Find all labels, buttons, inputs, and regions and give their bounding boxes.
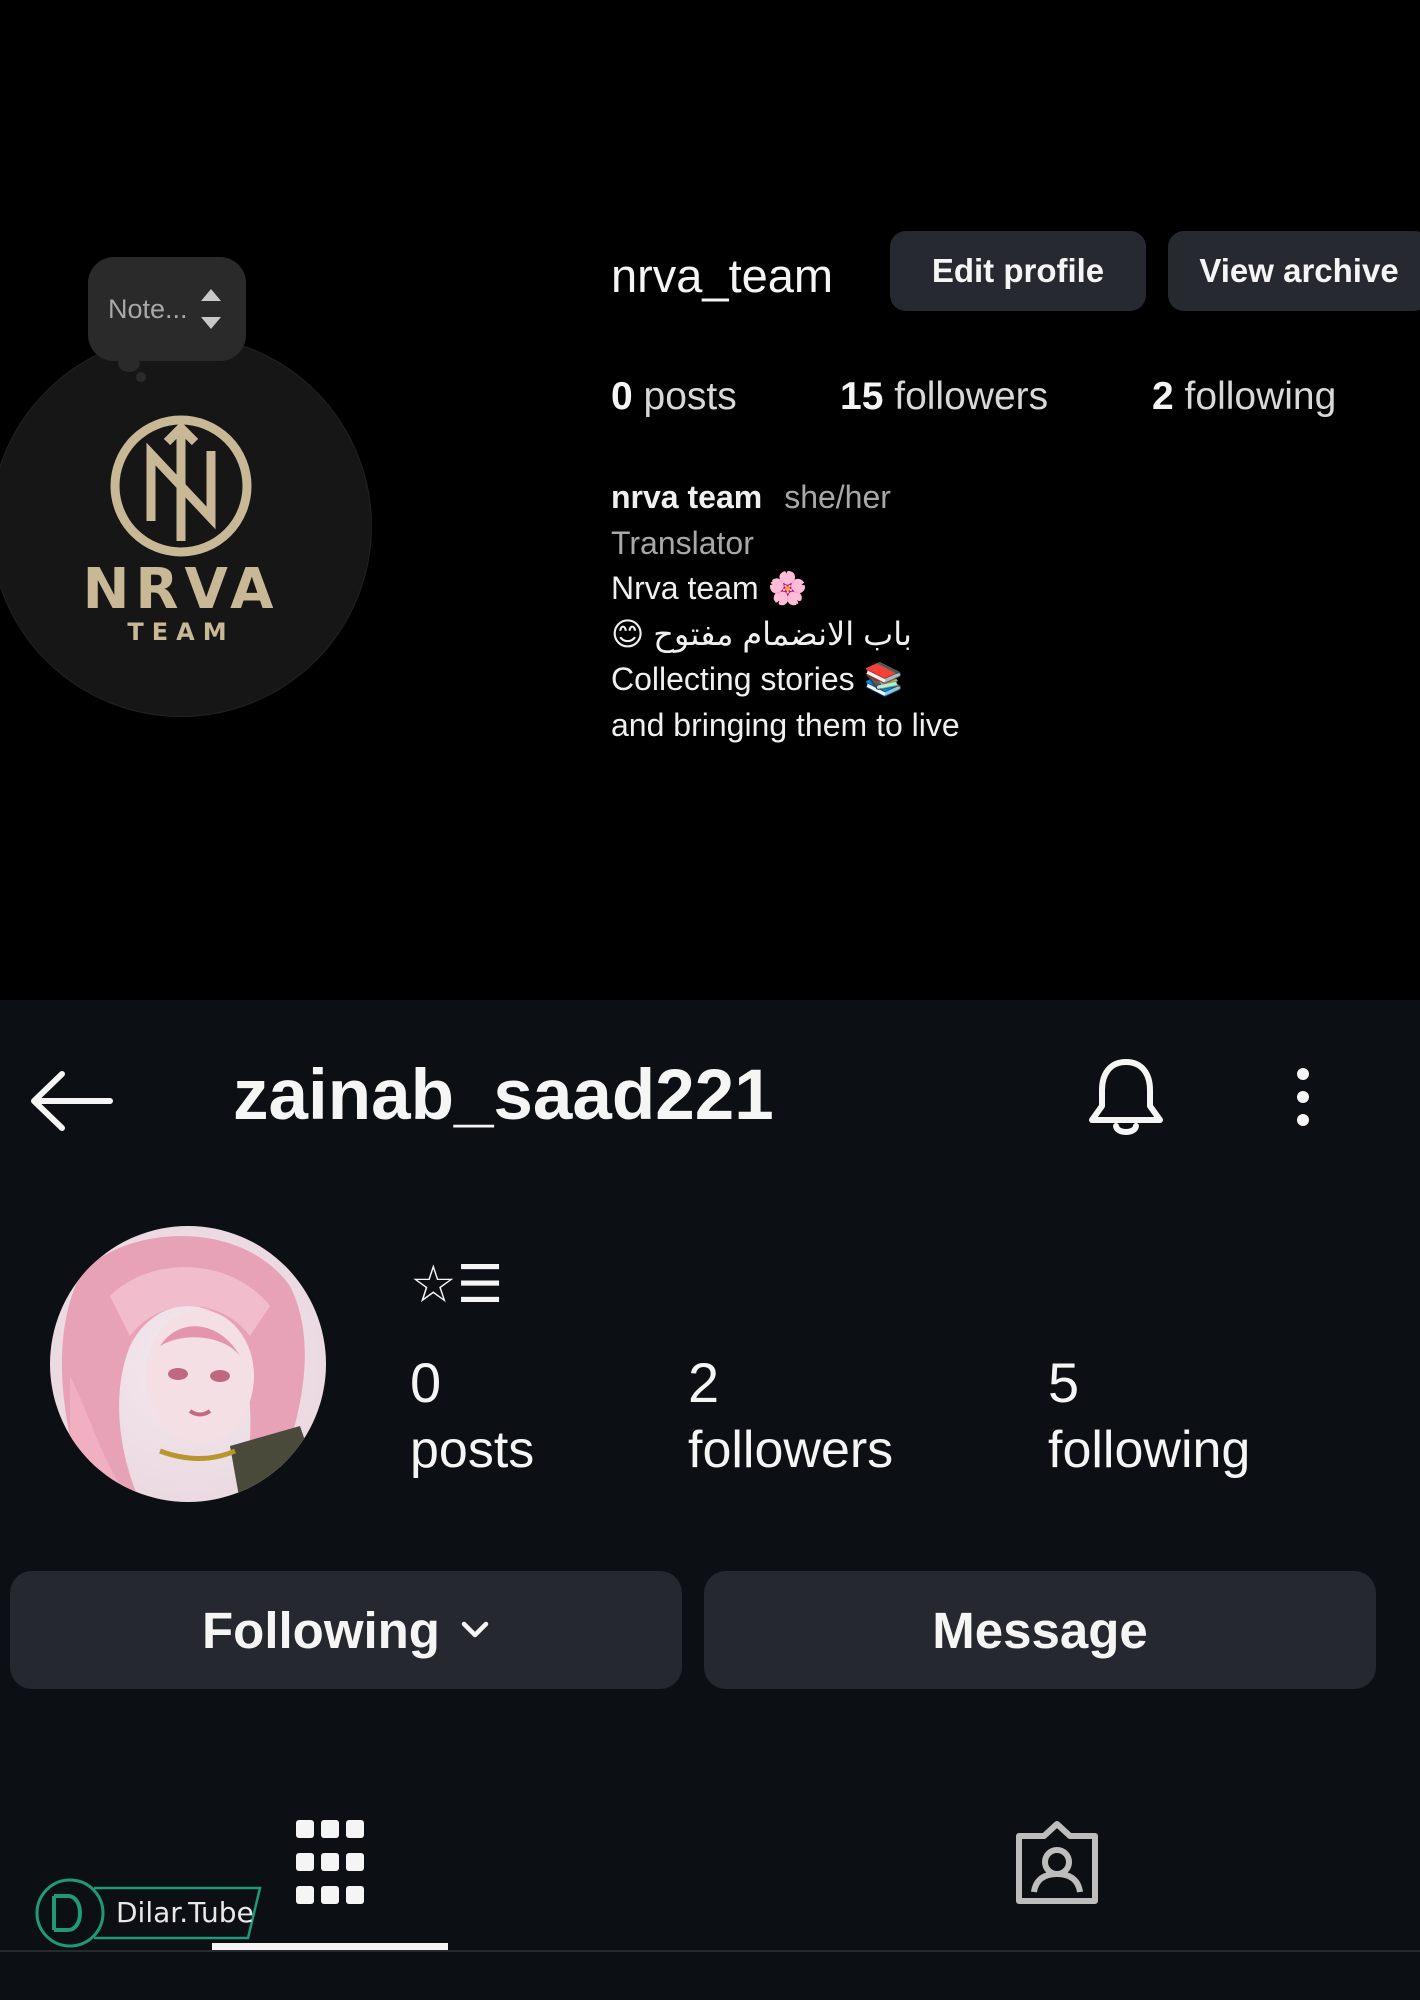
pronouns: she/her	[784, 479, 891, 515]
bio-line: and bringing them to live	[611, 706, 960, 743]
following-count-label: following	[1184, 375, 1337, 418]
chevron-down-icon	[461, 1621, 489, 1638]
followers-count-label: followers	[688, 1421, 894, 1479]
grid-icon[interactable]	[296, 1820, 364, 1904]
tab-divider	[0, 1950, 1420, 1952]
note-bubble-tail	[118, 354, 140, 372]
more-vertical-icon[interactable]	[1290, 1066, 1316, 1128]
back-arrow-icon[interactable]	[28, 1068, 114, 1134]
bio-category: Translator	[611, 524, 754, 561]
watermark-text: Dilar.Tube	[116, 1896, 254, 1929]
avatar[interactable]	[50, 1226, 326, 1502]
avatar-illustration	[50, 1226, 326, 1502]
bell-icon[interactable]	[1086, 1056, 1166, 1140]
nrva-logo: NRVA TEAM	[83, 415, 280, 646]
message-button-label: Message	[932, 1601, 1148, 1659]
note-input[interactable]: Note...	[88, 257, 246, 361]
desktop-profile-section: NRVA TEAM Note... nrva_team Edit profile…	[0, 0, 1420, 1000]
bio-line-arabic: باب الانضمام مفتوح 😊	[611, 615, 912, 652]
following-link[interactable]: 2 following	[1152, 375, 1336, 419]
following-count-number: 5	[1048, 1351, 1080, 1414]
spinner-arrows-icon[interactable]	[198, 281, 224, 337]
tagged-icon[interactable]	[1014, 1820, 1100, 1906]
profile-badge: ☆☰	[410, 1256, 504, 1314]
profile-bio: nrva team she/her Translator Nrva team 🌸 …	[611, 475, 960, 748]
followers-link[interactable]: 15 followers	[840, 375, 1048, 419]
mobile-profile-section: zainab_saad221 ☆☰ 0 posts 2 followers 5 …	[0, 1000, 1420, 2000]
followers-stat[interactable]: 2 followers	[688, 1350, 893, 1484]
display-name: nrva team	[611, 479, 763, 515]
following-button-label: Following	[202, 1601, 440, 1659]
note-bubble-tail-dot	[136, 372, 146, 382]
posts-count-label: posts	[410, 1421, 535, 1479]
followers-count-number: 15	[840, 375, 884, 418]
following-count-label: following	[1048, 1421, 1251, 1479]
bio-line: Collecting stories 📚	[611, 661, 904, 697]
following-button[interactable]: Following	[10, 1571, 682, 1689]
posts-count: 0 posts	[611, 375, 737, 419]
posts-count-number: 0	[611, 375, 633, 418]
following-count-number: 2	[1152, 375, 1174, 418]
profile-picture[interactable]: NRVA TEAM	[0, 335, 372, 717]
posts-count-label: posts	[643, 375, 737, 418]
logo-brand-text: NRVA	[83, 557, 280, 622]
logo-subtitle-text: TEAM	[127, 618, 234, 646]
followers-count-label: followers	[894, 375, 1049, 418]
header-username: zainab_saad221	[233, 1056, 774, 1135]
following-stat[interactable]: 5 following	[1048, 1350, 1250, 1484]
edit-profile-button[interactable]: Edit profile	[890, 231, 1146, 311]
followers-count-number: 2	[688, 1351, 720, 1414]
message-button[interactable]: Message	[704, 1571, 1376, 1689]
bio-line: Nrva team 🌸	[611, 570, 808, 606]
posts-count-number: 0	[410, 1351, 442, 1414]
view-archive-button[interactable]: View archive	[1168, 231, 1420, 311]
note-placeholder: Note...	[108, 293, 188, 324]
posts-stat: 0 posts	[410, 1350, 534, 1484]
watermark: Dilar.Tube	[34, 1876, 264, 1950]
profile-username: nrva_team	[611, 249, 834, 302]
